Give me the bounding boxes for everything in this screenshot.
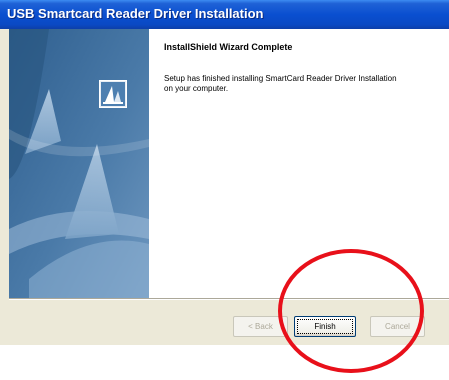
page-heading: InstallShield Wizard Complete bbox=[164, 42, 293, 52]
finish-button[interactable]: Finish bbox=[294, 316, 356, 337]
side-panel-artwork bbox=[9, 29, 149, 298]
back-button[interactable]: < Back bbox=[233, 316, 288, 337]
completion-message: Setup has finished installing SmartCard … bbox=[164, 74, 397, 93]
window-title: USB Smartcard Reader Driver Installation bbox=[7, 6, 264, 21]
focus-rectangle bbox=[297, 319, 353, 334]
installer-window: USB Smartcard Reader Driver Installation bbox=[0, 0, 449, 345]
wizard-content-area: InstallShield Wizard Complete Setup has … bbox=[149, 29, 449, 298]
installshield-logo-icon bbox=[99, 80, 127, 108]
wizard-side-panel bbox=[9, 29, 149, 298]
title-bar[interactable]: USB Smartcard Reader Driver Installation bbox=[0, 0, 449, 29]
cancel-button[interactable]: Cancel bbox=[370, 316, 425, 337]
window-left-frame bbox=[0, 29, 9, 345]
button-area-separator-highlight bbox=[9, 299, 449, 300]
